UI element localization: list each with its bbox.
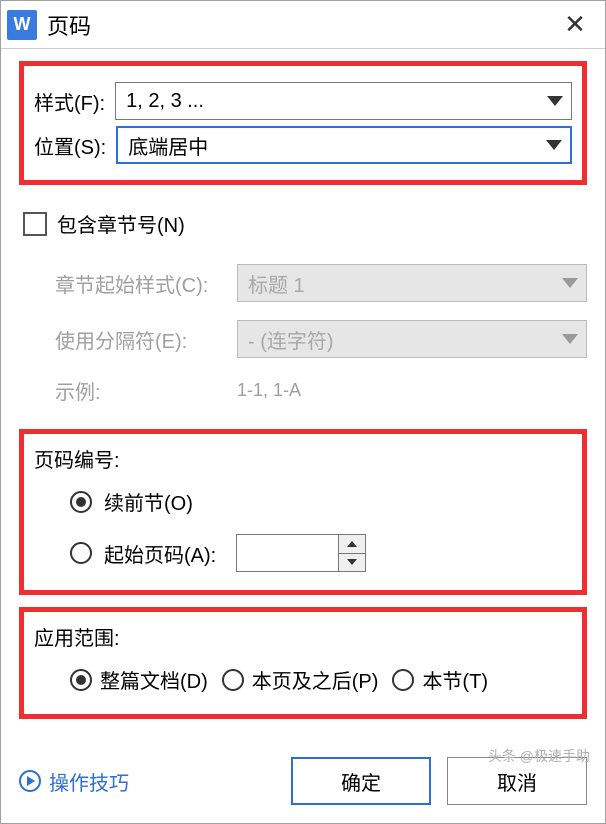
position-value: 底端居中: [128, 131, 208, 160]
scope-this-after-radio[interactable]: [222, 669, 244, 691]
scope-section-label: 应用范围:: [34, 622, 572, 651]
scope-this-section-option[interactable]: 本节(T): [392, 665, 488, 694]
chapter-start-style-select: 标题 1: [237, 264, 587, 302]
separator-value: - (连字符): [248, 325, 334, 354]
scope-this-section-label: 本节(T): [422, 665, 488, 694]
position-label: 位置(S):: [34, 131, 106, 160]
include-chapter-checkbox[interactable]: [23, 212, 47, 236]
example-value: 1-1, 1-A: [237, 380, 301, 401]
tips-label: 操作技巧: [49, 767, 129, 796]
chapter-options: 章节起始样式(C): 标题 1 使用分隔符(E): - (连字符): [19, 264, 587, 405]
play-icon: [19, 770, 41, 792]
scope-this-section-radio[interactable]: [392, 669, 414, 691]
wps-app-icon: W: [7, 10, 37, 40]
chevron-down-icon: [547, 96, 563, 106]
page-number-dialog: W 页码 ✕ 样式(F): 1, 2, 3 ... 位置(S): 底端居中: [0, 0, 606, 824]
separator-select: - (连字符): [237, 320, 587, 358]
chapter-start-style-label: 章节起始样式(C):: [55, 269, 227, 298]
spinner-down-icon[interactable]: [339, 554, 365, 572]
start-at-label: 起始页码(A):: [104, 539, 216, 568]
continue-prev-option[interactable]: 续前节(O): [70, 487, 572, 516]
format-value: 1, 2, 3 ...: [126, 90, 204, 113]
include-chapter-label: 包含章节号(N): [57, 209, 185, 238]
separator-label: 使用分隔符(E):: [55, 325, 227, 354]
format-select[interactable]: 1, 2, 3 ...: [115, 82, 572, 120]
dialog-title: 页码: [47, 9, 553, 41]
close-icon[interactable]: ✕: [553, 9, 597, 40]
chapter-start-style-value: 标题 1: [248, 269, 305, 298]
position-select[interactable]: 底端居中: [116, 126, 572, 164]
chevron-down-icon: [562, 334, 578, 344]
continue-prev-label: 续前节(O): [104, 487, 193, 516]
start-at-spinner[interactable]: [236, 534, 366, 572]
attribution-watermark: 头条 @极速手助: [488, 746, 590, 766]
ok-button[interactable]: 确定: [291, 757, 431, 805]
start-at-option[interactable]: 起始页码(A):: [70, 534, 572, 572]
spinner-up-icon[interactable]: [339, 535, 365, 554]
numbering-section-label: 页码编号:: [34, 444, 572, 473]
scope-this-after-label: 本页及之后(P): [252, 665, 379, 694]
operation-tips-link[interactable]: 操作技巧: [19, 767, 275, 796]
titlebar: W 页码 ✕: [1, 1, 605, 49]
scope-group: 应用范围: 整篇文档(D) 本页及之后(P) 本节(T): [19, 607, 587, 719]
scope-whole-doc-radio[interactable]: [70, 669, 92, 691]
scope-whole-doc-option[interactable]: 整篇文档(D): [70, 665, 208, 694]
numbering-group: 页码编号: 续前节(O) 起始页码(A):: [19, 429, 587, 595]
chevron-down-icon: [546, 140, 562, 150]
style-position-group: 样式(F): 1, 2, 3 ... 位置(S): 底端居中: [19, 61, 587, 185]
start-at-input[interactable]: [237, 535, 339, 571]
chevron-down-icon: [562, 278, 578, 288]
include-chapter-row[interactable]: 包含章节号(N): [23, 209, 583, 238]
dialog-content: 样式(F): 1, 2, 3 ... 位置(S): 底端居中: [1, 49, 605, 743]
start-at-radio[interactable]: [70, 542, 92, 564]
spinner-buttons: [339, 535, 365, 571]
continue-prev-radio[interactable]: [70, 491, 92, 513]
example-label: 示例:: [55, 376, 227, 405]
scope-whole-doc-label: 整篇文档(D): [100, 665, 208, 694]
format-label: 样式(F):: [34, 87, 105, 116]
scope-this-after-option[interactable]: 本页及之后(P): [222, 665, 379, 694]
